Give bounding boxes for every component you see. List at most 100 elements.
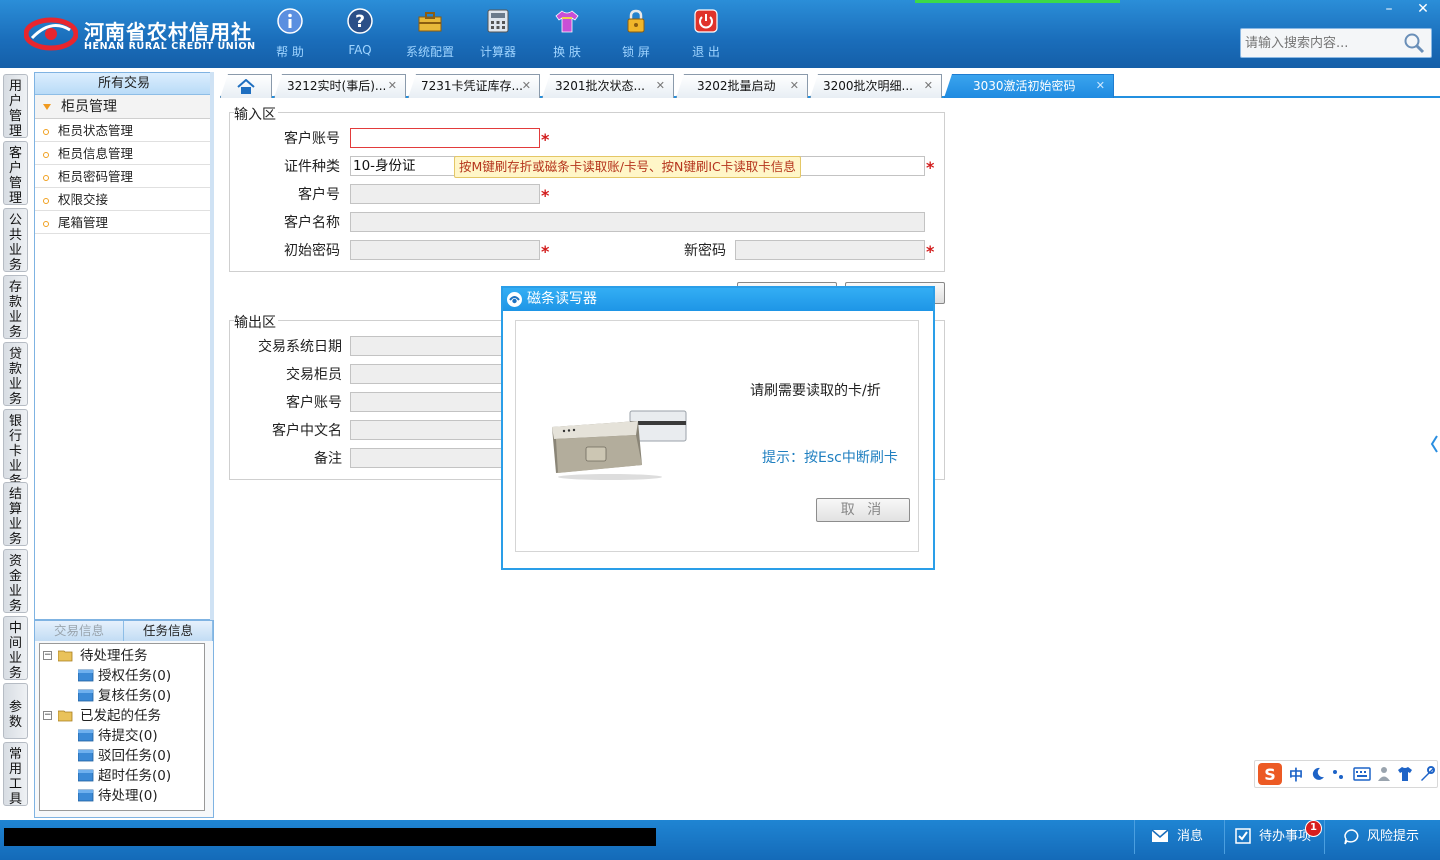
new-password-label: 新密码 bbox=[684, 243, 726, 259]
module-tab-intermediary[interactable]: 中间业务 bbox=[3, 616, 28, 681]
tab-3030-active[interactable]: 3030激活初始密码 ✕ bbox=[944, 74, 1114, 98]
tab-3201[interactable]: 3201批次状态... ✕ bbox=[542, 74, 674, 98]
system-config-button[interactable]: 系统配置 bbox=[400, 8, 460, 60]
close-window-button[interactable]: ✕ bbox=[1406, 0, 1440, 20]
moon-icon[interactable] bbox=[1311, 767, 1325, 781]
collapse-icon[interactable]: − bbox=[43, 711, 52, 720]
esc-hint: 提示：按Esc中断刷卡 bbox=[762, 450, 898, 466]
module-tab-common-tools[interactable]: 常用工具 bbox=[3, 742, 28, 807]
tab-close-icon[interactable]: ✕ bbox=[656, 75, 665, 97]
panel-expand-arrow-icon[interactable] bbox=[1428, 424, 1440, 464]
required-mark: * bbox=[541, 242, 550, 261]
bullet-icon bbox=[43, 151, 49, 158]
sidebar-item-permission-handover[interactable]: 权限交接 bbox=[35, 188, 213, 211]
sidebar-group-teller-management[interactable]: 柜员管理 bbox=[35, 95, 213, 119]
module-tab-funds[interactable]: 资金业务 bbox=[3, 549, 28, 614]
faq-button[interactable]: ? FAQ bbox=[330, 8, 390, 60]
tab-close-icon[interactable]: ✕ bbox=[924, 75, 933, 97]
folder-icon bbox=[78, 789, 94, 802]
tab-home[interactable] bbox=[220, 74, 272, 98]
tab-3212[interactable]: 3212实时(事后)... ✕ bbox=[274, 74, 406, 98]
new-password-input[interactable] bbox=[735, 240, 925, 260]
todo-count-badge: 1 bbox=[1305, 820, 1322, 837]
tab-close-icon[interactable]: ✕ bbox=[1096, 75, 1105, 97]
tab-close-icon[interactable]: ✕ bbox=[522, 75, 531, 97]
risk-alert-button[interactable]: 风险提示 bbox=[1324, 820, 1440, 854]
account-label: 客户账号 bbox=[284, 131, 340, 147]
module-tab-loan-business[interactable]: 贷款业务 bbox=[3, 342, 28, 407]
tree-node-initiated[interactable]: − 已发起的任务 bbox=[40, 706, 204, 726]
required-mark: * bbox=[926, 158, 935, 177]
sogou-logo-icon[interactable]: S bbox=[1257, 762, 1283, 786]
collapse-icon[interactable]: − bbox=[43, 651, 52, 660]
sidebar-item-teller-password[interactable]: 柜员密码管理 bbox=[35, 165, 213, 188]
tree-node-authorization-tasks[interactable]: 授权任务(0) bbox=[40, 666, 204, 686]
tree-node-timeout[interactable]: 超时任务(0) bbox=[40, 766, 204, 786]
customer-name-input[interactable] bbox=[350, 212, 925, 232]
folder-icon bbox=[78, 729, 94, 742]
change-skin-label: 换 肤 bbox=[553, 45, 581, 59]
messages-button[interactable]: 消息 bbox=[1134, 820, 1224, 854]
system-config-label: 系统配置 bbox=[405, 45, 454, 59]
expand-arrow-icon bbox=[43, 104, 51, 110]
help-icon: ? bbox=[347, 8, 373, 34]
tab-task-info[interactable]: 任务信息 bbox=[124, 621, 213, 641]
tab-3202[interactable]: 3202批量启动 ✕ bbox=[676, 74, 808, 98]
input-area-legend: 输入区 bbox=[234, 104, 278, 124]
home-icon bbox=[237, 79, 255, 94]
exit-button[interactable]: 退 出 bbox=[676, 8, 736, 60]
status-message-area bbox=[4, 828, 656, 846]
calculator-button[interactable]: 计算器 bbox=[468, 8, 528, 60]
minimize-button[interactable]: – bbox=[1372, 0, 1406, 20]
window-controls: – ✕ bbox=[1372, 0, 1440, 20]
required-mark: * bbox=[541, 130, 550, 149]
sidebar-item-cash-box[interactable]: 尾箱管理 bbox=[35, 211, 213, 234]
tree-node-to-process[interactable]: 待处理(0) bbox=[40, 786, 204, 806]
module-tab-bank-card[interactable]: 银行卡业务 bbox=[3, 409, 28, 489]
skin-shirt-icon[interactable] bbox=[1397, 766, 1413, 782]
module-tab-customer-management[interactable]: 客户管理 bbox=[3, 141, 28, 206]
dialog-title-bar: 磁条读写器 bbox=[503, 288, 933, 311]
tab-7231[interactable]: 7231卡凭证库存... ✕ bbox=[408, 74, 540, 98]
keyboard-icon[interactable] bbox=[1353, 767, 1371, 781]
dialog-body: 请刷需要读取的卡/折 提示：按Esc中断刷卡 取 消 bbox=[515, 320, 919, 552]
module-tab-user-management[interactable]: 用户管理 bbox=[3, 74, 28, 139]
status-bar: 消息 待办事项 风险提示 bbox=[0, 820, 1440, 860]
search-input[interactable] bbox=[1241, 29, 1401, 57]
user-icon[interactable] bbox=[1377, 766, 1391, 782]
sidebar-item-teller-info[interactable]: 柜员信息管理 bbox=[35, 142, 213, 165]
remark-label: 备注 bbox=[314, 451, 342, 467]
tree-node-review-tasks[interactable]: 复核任务(0) bbox=[40, 686, 204, 706]
punctuation-icon[interactable] bbox=[1331, 767, 1345, 781]
module-tabs: 用户管理 客户管理 公共业务 存款业务 贷款业务 银行卡业务 结算业务 资金业务… bbox=[0, 72, 30, 812]
required-mark: * bbox=[541, 186, 550, 205]
account-input[interactable] bbox=[350, 128, 540, 148]
lock-screen-button[interactable]: 锁 屏 bbox=[606, 8, 666, 60]
module-tab-public-business[interactable]: 公共业务 bbox=[3, 208, 28, 273]
swipe-hint-tooltip: 按M键刷存折或磁条卡读取账/卡号、按N键刷IC卡读取卡信息 bbox=[454, 156, 801, 178]
cancel-button[interactable]: 取 消 bbox=[816, 498, 910, 522]
module-tab-parameters[interactable]: 参数 bbox=[3, 683, 28, 739]
initial-password-input[interactable] bbox=[350, 240, 540, 260]
tab-transaction-info[interactable]: 交易信息 bbox=[35, 621, 124, 641]
module-tab-settlement[interactable]: 结算业务 bbox=[3, 482, 28, 547]
wrench-icon[interactable] bbox=[1419, 766, 1435, 782]
ime-language[interactable]: 中 bbox=[1289, 765, 1303, 785]
progress-indicator bbox=[915, 0, 1120, 3]
sidebar-item-teller-status[interactable]: 柜员状态管理 bbox=[35, 119, 213, 142]
tree-node-pending[interactable]: − 待处理任务 bbox=[40, 646, 204, 666]
faq-label: FAQ bbox=[348, 43, 372, 57]
shirt-icon bbox=[555, 10, 579, 33]
tab-3200[interactable]: 3200批次明细... ✕ bbox=[810, 74, 942, 98]
tree-node-rejected[interactable]: 驳回任务(0) bbox=[40, 746, 204, 766]
tab-close-icon[interactable]: ✕ bbox=[388, 75, 397, 97]
customer-no-input[interactable] bbox=[350, 184, 540, 204]
module-tab-deposit-business[interactable]: 存款业务 bbox=[3, 275, 28, 340]
change-skin-button[interactable]: 换 肤 bbox=[537, 8, 597, 60]
help-button[interactable]: 帮 助 bbox=[260, 8, 320, 60]
folder-icon bbox=[78, 769, 94, 782]
transaction-sidebar: 所有交易 柜员管理 柜员状态管理 柜员信息管理 柜员密码管理 权限交接 尾箱管理 bbox=[34, 72, 214, 620]
tree-node-to-submit[interactable]: 待提交(0) bbox=[40, 726, 204, 746]
search-icon[interactable] bbox=[1403, 32, 1425, 54]
tab-close-icon[interactable]: ✕ bbox=[790, 75, 799, 97]
